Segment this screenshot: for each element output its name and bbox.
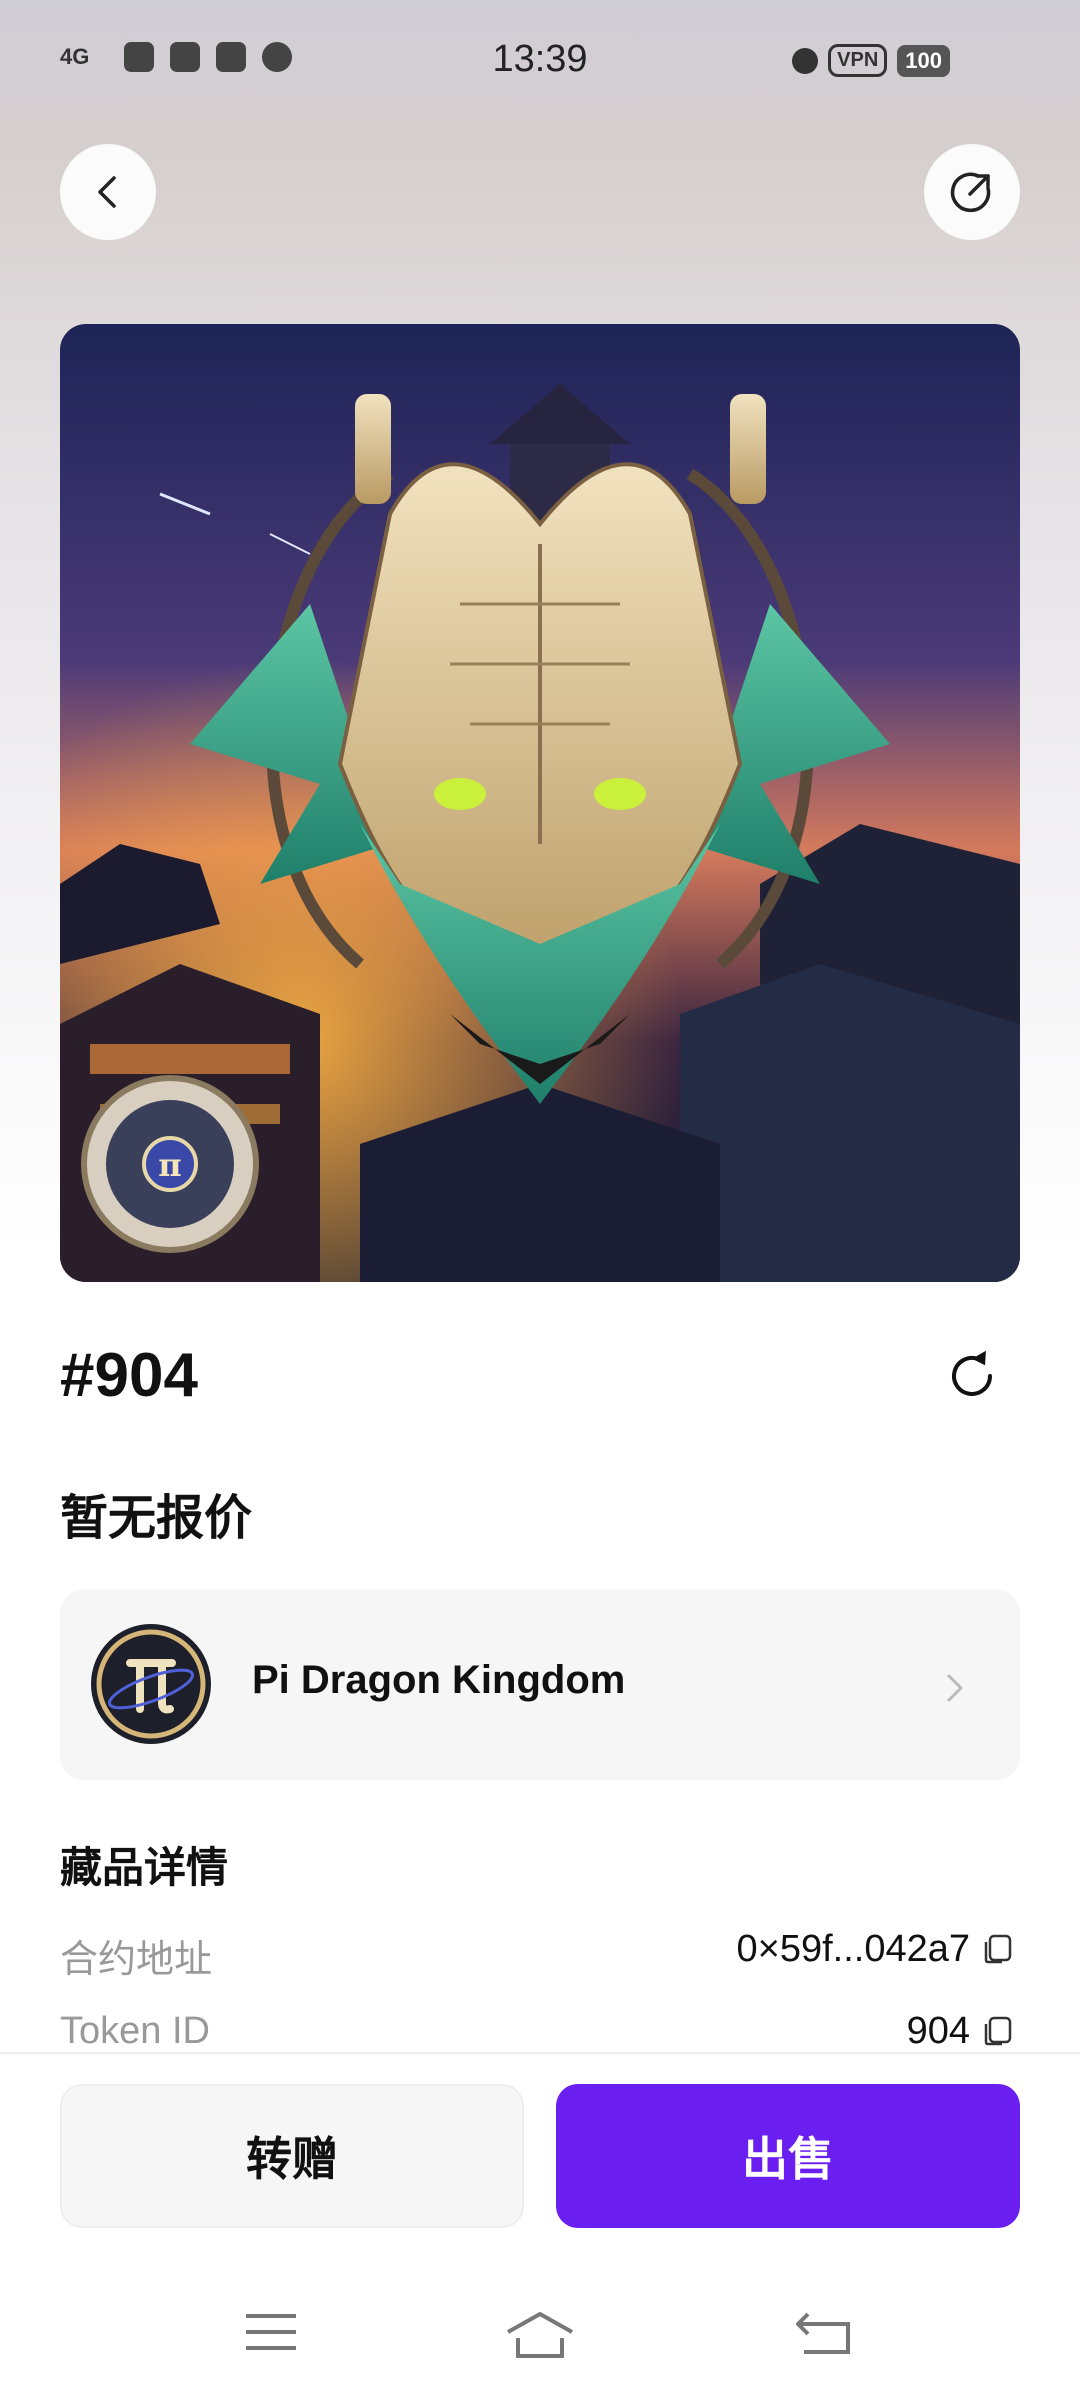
menu-icon[interactable] [244,2310,298,2354]
dragon-mask-illustration: π [60,324,1020,1282]
chevron-right-icon [947,1674,963,1702]
details-title: 藏品详情 [60,1844,229,1891]
share-icon [950,172,991,213]
sell-button[interactable]: 出售 [556,2084,1020,2228]
back-icon [98,176,116,208]
gift-button[interactable]: 转赠 [60,2084,524,2228]
token-id-value: 904 [906,2010,970,2052]
token-id-label: Token ID [60,2010,210,2052]
refresh-icon[interactable] [942,1346,1002,1406]
status-bar: 4G 13:39 VPN 100 [0,0,1080,120]
collection-card[interactable]: Pi Dragon Kingdom [60,1590,1020,1780]
system-navigation-bar [0,2290,1080,2380]
copy-icon[interactable] [982,1934,1012,1964]
share-button[interactable] [924,144,1020,240]
collection-avatar [91,1624,211,1744]
battery-indicator: 100 [897,44,950,77]
contract-address-value: 0×59f...042a7 [736,1928,971,1970]
status-right: VPN 100 [792,44,950,77]
vpn-badge: VPN [828,44,888,77]
collection-name: Pi Dragon Kingdom [252,1658,626,1702]
copy-icon[interactable] [982,2016,1012,2046]
badge-letter: π [158,1146,181,1184]
nft-title: #904 [60,1341,198,1410]
nft-artwork[interactable]: π [60,324,1020,1282]
alarm-icon [792,47,819,74]
home-icon[interactable] [504,2310,576,2360]
back-nav-icon[interactable] [794,2310,852,2356]
back-button[interactable] [60,144,156,240]
price-status: 暂无报价 [60,1492,253,1545]
contract-address-label: 合约地址 [60,1939,213,1981]
